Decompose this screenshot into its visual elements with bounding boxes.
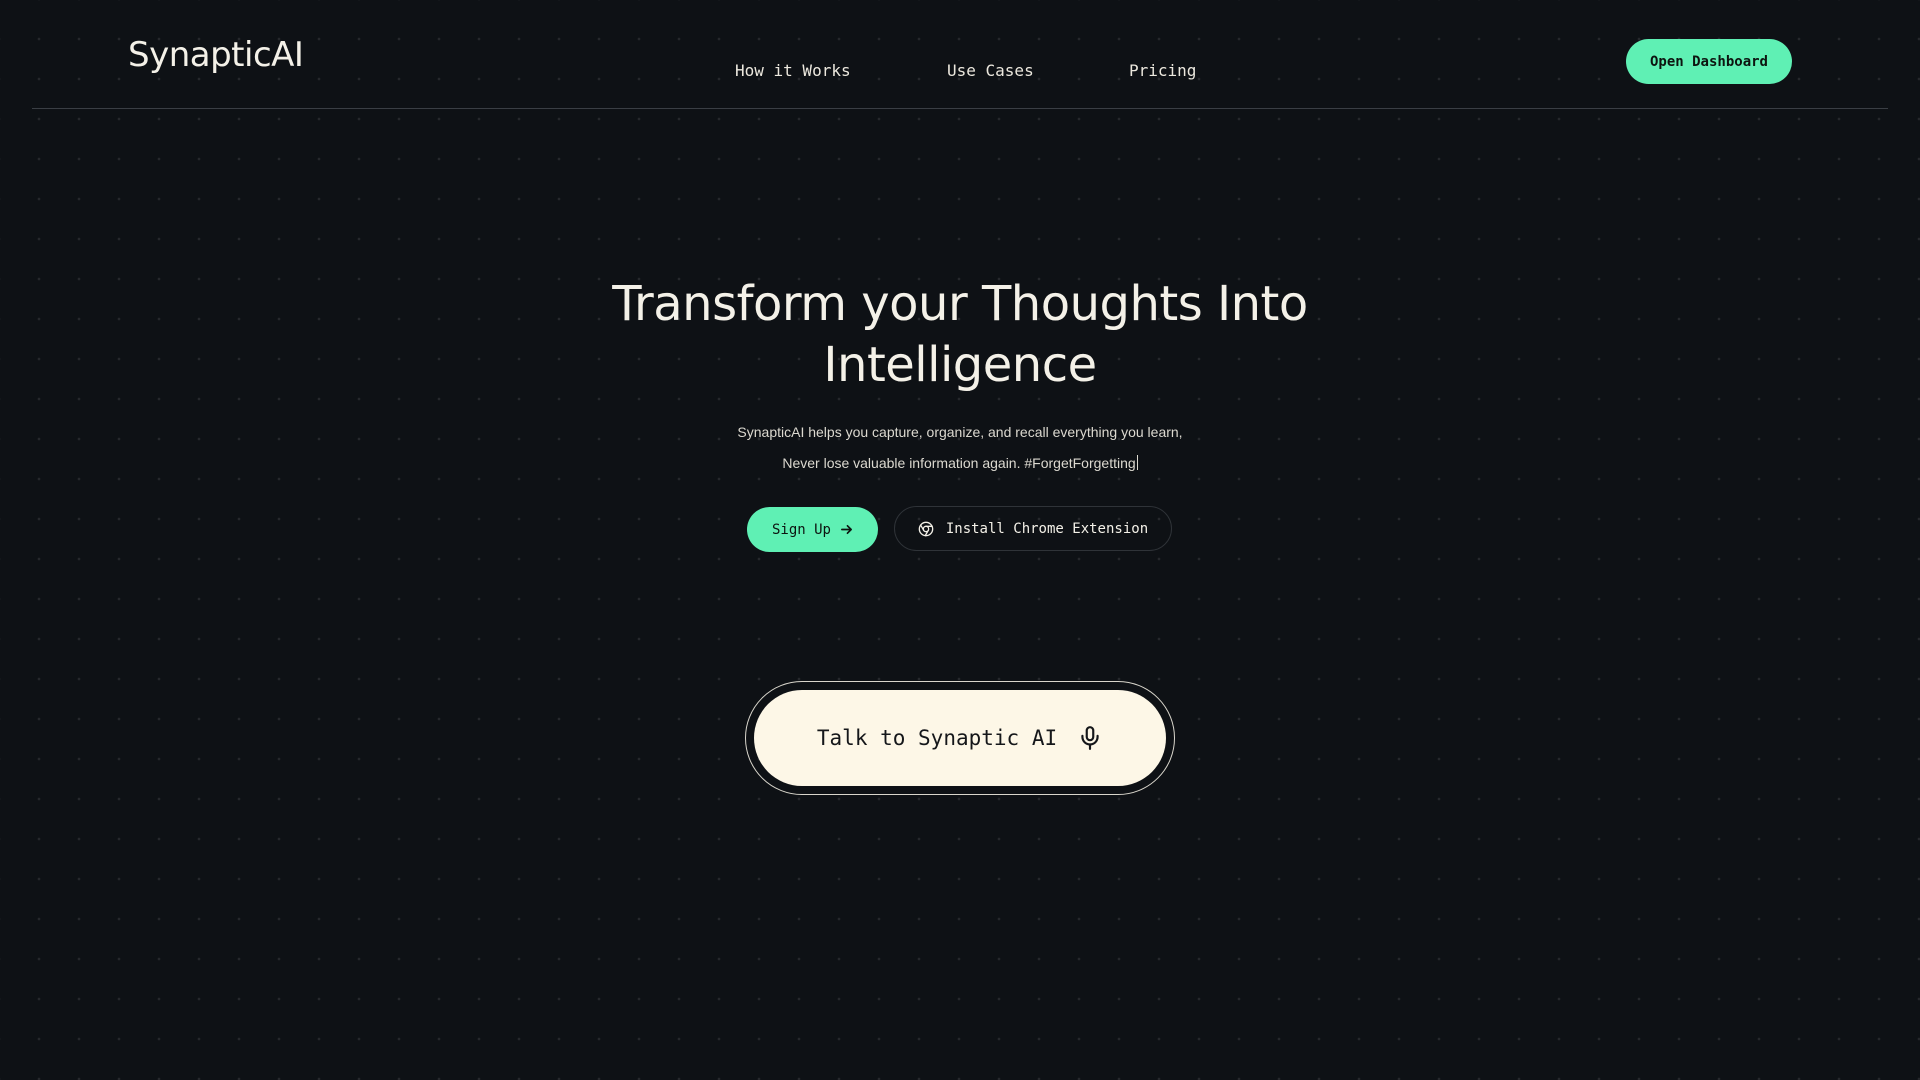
arrow-right-icon <box>840 523 853 536</box>
nav-how-it-works[interactable]: How it Works <box>735 58 851 84</box>
chrome-icon <box>918 521 934 537</box>
hero-subtitle-text: Never lose valuable information again. #… <box>782 455 1136 471</box>
sign-up-button[interactable]: Sign Up <box>747 507 878 552</box>
hero-title-line-2: Intelligence <box>823 337 1097 393</box>
chrome-extension-label: Install Chrome Extension <box>945 520 1149 537</box>
site-header: SynapticAI How it Works Use Cases Pricin… <box>0 0 1920 109</box>
hero-subtitle-line-1: SynapticAI helps you capture, organize, … <box>737 424 1183 440</box>
microphone-icon <box>1077 724 1103 752</box>
open-dashboard-button[interactable]: Open Dashboard <box>1626 39 1792 84</box>
sign-up-label: Sign Up <box>771 521 831 538</box>
header-divider <box>32 108 1888 109</box>
hero-subtitle-line-2: Never lose valuable information again. #… <box>560 453 1360 473</box>
nav-pricing[interactable]: Pricing <box>1129 58 1196 84</box>
hero-title: Transform your Thoughts Into Intelligence <box>560 274 1360 396</box>
hero-title-line-1: Transform your Thoughts Into <box>612 276 1308 332</box>
install-chrome-extension-button[interactable]: Install Chrome Extension <box>894 506 1172 551</box>
talk-label: Talk to Synaptic AI <box>816 726 1058 750</box>
typing-cursor <box>1136 455 1138 470</box>
talk-to-synaptic-ai-button[interactable]: Talk to Synaptic AI <box>754 690 1166 786</box>
nav-use-cases[interactable]: Use Cases <box>947 58 1034 84</box>
